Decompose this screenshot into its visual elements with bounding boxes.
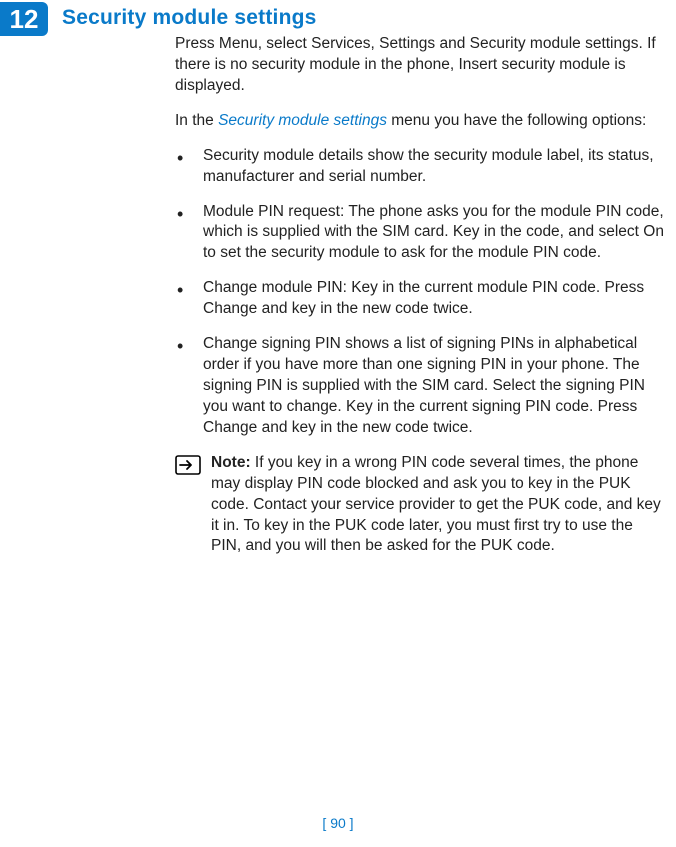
note-label: Note: [211,454,251,471]
note-body: If you key in a wrong PIN code several t… [211,454,661,555]
chapter-tab: 12 [0,2,48,36]
page-number: [ 90 ] [0,815,676,831]
intro-paragraph-1: Press Menu, select Services, Settings an… [175,34,666,97]
list-item: Module PIN request: The phone asks you f… [175,202,666,265]
bullet-list: Security module details show the securit… [175,146,666,439]
note-block: Note: If you key in a wrong PIN code sev… [175,453,666,558]
intro2-prefix: In the [175,112,218,129]
note-arrow-icon [175,455,201,480]
section-heading: Security module settings [62,6,666,30]
page-content: Security module settings Press Menu, sel… [62,6,666,557]
note-text: Note: If you key in a wrong PIN code sev… [211,453,666,558]
intro2-suffix: menu you have the following options: [387,112,646,129]
chapter-number: 12 [10,4,39,35]
list-item: Change module PIN: Key in the current mo… [175,278,666,320]
list-item: Security module details show the securit… [175,146,666,188]
security-module-settings-link: Security module settings [218,112,387,129]
intro-paragraph-2: In the Security module settings menu you… [175,111,666,132]
list-item: Change signing PIN shows a list of signi… [175,334,666,439]
